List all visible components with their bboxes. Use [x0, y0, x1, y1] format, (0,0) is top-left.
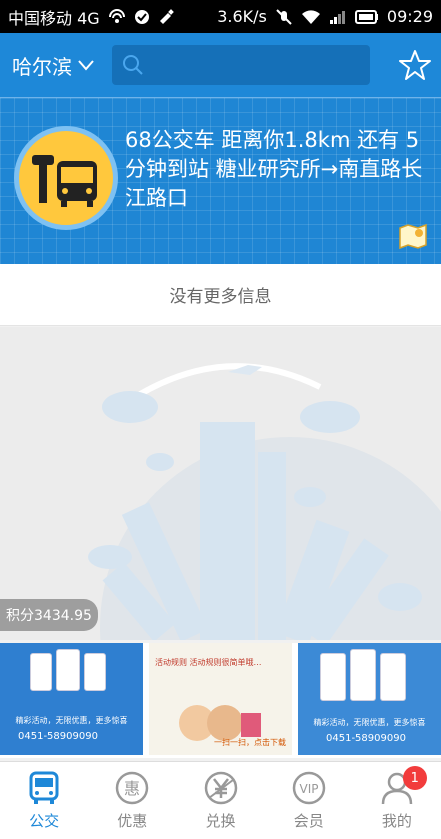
wifi-icon	[301, 9, 320, 24]
clock: 09:29	[386, 7, 433, 26]
app-header: 哈尔滨	[0, 33, 441, 97]
bus-arrival-text: 68公交车 距离你1.8km 还有 5 分钟到站 糖业研究所→南直路长江路口	[125, 128, 423, 210]
search-icon	[123, 55, 143, 75]
search-input[interactable]	[112, 45, 370, 85]
vip-icon: VIP	[292, 771, 325, 805]
bus-stop-icon	[14, 126, 118, 230]
bus-icon	[29, 771, 59, 804]
ad-card[interactable]: 活动规则 活动规则很简单哦… 一扫一扫，点击下载	[149, 643, 292, 755]
hotspot-icon	[108, 8, 125, 23]
city-name: 哈尔滨	[12, 54, 72, 79]
tab-label: 会员	[293, 812, 324, 830]
tab-label: 兑换	[205, 812, 236, 830]
bottom-tab-bar: 公交 惠 优惠 兑换 VIP 会员 我的 1	[0, 761, 441, 839]
ad-card[interactable]: 精彩活动，无限优惠，更多惊喜 0451-58909090	[0, 643, 143, 755]
tab-label: 公交	[29, 812, 60, 830]
ad-download-text: 一扫一扫，点击下载	[214, 738, 286, 747]
ad-slogan: 精彩活动，无限优惠，更多惊喜	[15, 716, 128, 725]
carrier-label: 中国移动 4G	[8, 8, 100, 28]
tab-mine[interactable]: 我的 1	[353, 762, 441, 839]
network-speed: 3.6K/s	[217, 7, 267, 26]
check-circle-icon	[134, 9, 149, 24]
mute-icon	[276, 8, 292, 25]
ad-phone: 0451-58909090	[18, 731, 98, 742]
tab-vip[interactable]: VIP 会员	[265, 762, 353, 839]
notification-badge: 1	[402, 766, 427, 790]
ad-rules: 活动规则 活动规则很简单哦…	[155, 658, 262, 667]
battery-icon	[354, 9, 378, 24]
status-bar: 中国移动 4G 3.6K/s 09:29	[0, 0, 441, 33]
svg-text:VIP: VIP	[299, 782, 318, 796]
tab-label: 我的	[381, 812, 412, 830]
discount-icon: 惠	[116, 771, 149, 805]
bus-arrival-banner[interactable]: 68公交车 距离你1.8km 还有 5 分钟到站 糖业研究所→南直路长江路口	[0, 97, 441, 264]
signal-icon	[329, 10, 345, 24]
ad-phone: 0451-58909090	[326, 733, 406, 744]
tab-bus[interactable]: 公交	[0, 762, 88, 839]
chevron-down-icon	[78, 60, 94, 71]
city-illustration	[0, 327, 441, 640]
star-icon[interactable]	[399, 49, 431, 81]
map-icon[interactable]	[397, 220, 429, 252]
tab-exchange[interactable]: 兑换	[176, 762, 264, 839]
ad-card[interactable]: 精彩活动，无限优惠，更多惊喜 0451-58909090	[298, 643, 441, 755]
points-balance[interactable]: 积分3434.95	[0, 599, 98, 631]
ad-slogan: 精彩活动，无限优惠，更多惊喜	[313, 718, 426, 727]
no-more-info: 没有更多信息	[0, 264, 441, 326]
tab-discount[interactable]: 惠 优惠	[88, 762, 176, 839]
ad-strip: 精彩活动，无限优惠，更多惊喜 0451-58909090 活动规则 活动规则很简…	[0, 643, 441, 758]
tab-label: 优惠	[117, 812, 148, 830]
edit-icon	[159, 8, 174, 24]
svg-text:惠: 惠	[124, 779, 140, 798]
exchange-icon	[204, 771, 237, 805]
city-selector[interactable]: 哈尔滨	[0, 51, 112, 80]
